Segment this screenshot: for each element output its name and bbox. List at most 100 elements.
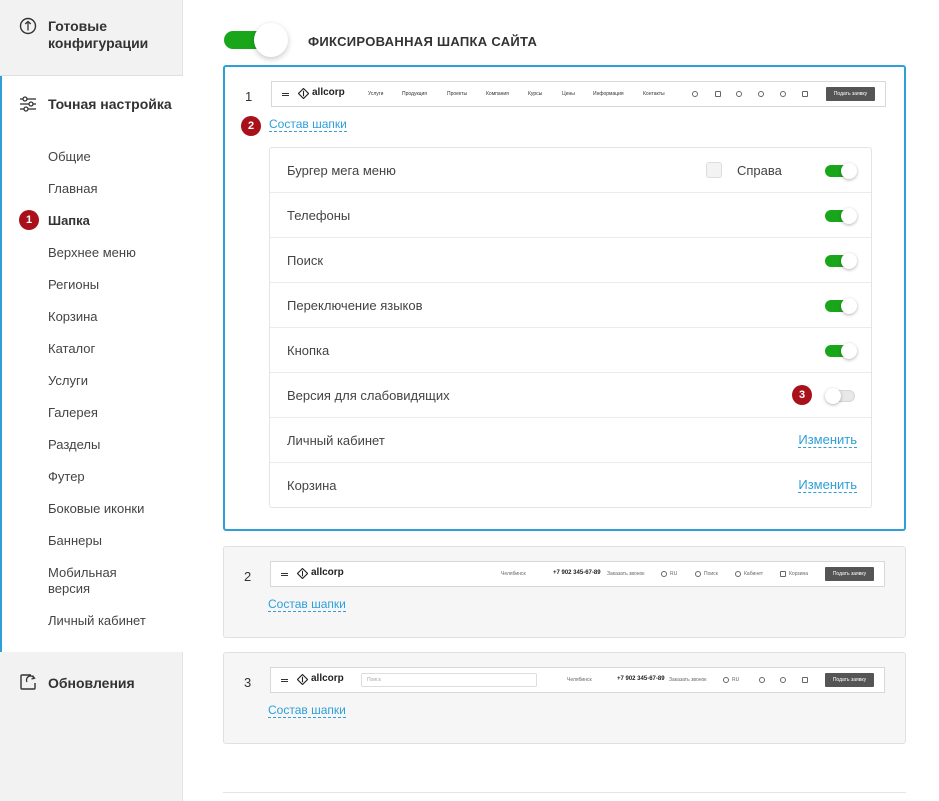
setting-label: Личный кабинет — [287, 433, 385, 448]
preview-lang: RU — [670, 571, 678, 577]
preview-lang: RU — [732, 677, 740, 683]
header-variant-card-1[interactable]: 1 allcorp Услуги Продукция Проекты Компа… — [223, 65, 906, 531]
preview-phone: +7 902 345-67-89 — [553, 570, 601, 576]
sidebar-item-header[interactable]: Шапка — [48, 213, 90, 229]
low-vision-toggle[interactable] — [825, 388, 857, 404]
sidebar-item-cart[interactable]: Корзина — [48, 309, 98, 325]
globe-icon — [661, 571, 667, 577]
burger-icon — [281, 573, 288, 576]
logo-icon — [298, 88, 309, 99]
phone-icon — [736, 91, 742, 97]
variant-number: 1 — [245, 89, 253, 104]
setting-label: Телефоны — [287, 208, 351, 223]
preview-menu-item: Информация — [593, 91, 624, 97]
sidebar-ready-configs-label: Готовые конфигурации — [48, 18, 149, 51]
search-toggle[interactable] — [825, 253, 857, 269]
preview-menu-item: Проекты — [447, 91, 468, 97]
fixed-header-toggle[interactable] — [224, 23, 288, 57]
cart-change-link[interactable]: Изменить — [798, 478, 857, 493]
header-preview-2[interactable]: allcorp Челябинск +7 902 345-67-89 Заказ… — [270, 561, 885, 587]
preview-menu-item: Цены — [562, 91, 575, 97]
setting-row-button: Кнопка — [270, 328, 871, 373]
preview-search-placeholder: Поиск — [367, 677, 381, 683]
page-title: ФИКСИРОВАННАЯ ШАПКА САЙТА — [308, 34, 538, 49]
header-preview-3[interactable]: allcorp Поиск Челябинск +7 902 345-67-89… — [270, 667, 885, 693]
preview-callback: Заказать звонок — [669, 677, 707, 683]
header-variant-card-3[interactable]: 3 allcorp Поиск Челябинск +7 902 345-67-… — [223, 652, 906, 744]
step-badge-2: 2 — [241, 116, 261, 136]
preview-menu-item: Продукция — [402, 91, 428, 97]
fixed-header-toggle-knob — [254, 23, 288, 57]
sidebar-section-updates[interactable]: Обновления — [0, 652, 183, 801]
burger-right-checkbox[interactable] — [706, 162, 722, 178]
sidebar-item-personal-cabinet[interactable]: Личный кабинет — [48, 613, 146, 629]
sidebar-item-banners[interactable]: Баннеры — [48, 533, 102, 549]
user-icon — [780, 91, 786, 97]
preview-logo-text: allcorp — [312, 87, 345, 98]
burger-toggle[interactable] — [825, 163, 857, 179]
preview-logo-text: allcorp — [311, 567, 344, 578]
cart-icon — [802, 91, 808, 97]
setting-row-cart: Корзина Изменить — [270, 463, 871, 508]
setting-label: Версия для слабовидящих — [287, 388, 450, 403]
preview-menu-item: Контакты — [643, 91, 665, 97]
variant-number: 3 — [244, 675, 252, 690]
button-toggle[interactable] — [825, 343, 857, 359]
logo-icon — [297, 674, 308, 685]
step-badge-1: 1 — [19, 210, 39, 230]
preview-city: Челябинск — [501, 571, 526, 577]
sidebar-item-top-menu[interactable]: Верхнее меню — [48, 245, 136, 261]
setting-row-phones: Телефоны — [270, 193, 871, 238]
preview-cabinet: Кабинет — [744, 571, 764, 577]
cabinet-change-link[interactable]: Изменить — [798, 433, 857, 448]
sidebar-item-side-icons[interactable]: Боковые иконки — [48, 501, 144, 517]
preview-search-label: Поиск — [704, 571, 718, 577]
sidebar-item-general[interactable]: Общие — [48, 149, 91, 165]
setting-row-low-vision: Версия для слабовидящих 3 — [270, 373, 871, 418]
preview-city: Челябинск — [567, 677, 592, 683]
cart-icon — [780, 571, 786, 577]
header-variant-card-2[interactable]: 2 allcorp Челябинск +7 902 345-67-89 Зак… — [223, 546, 906, 638]
user-icon — [735, 571, 741, 577]
preview-phone: +7 902 345-67-89 — [617, 676, 665, 682]
setting-row-cabinet: Личный кабинет Изменить — [270, 418, 871, 463]
configs-icon — [19, 17, 37, 35]
updates-icon — [20, 674, 36, 690]
preview-callback: Заказать звонок — [607, 571, 645, 577]
logo-icon — [297, 568, 308, 579]
preview-cta-button: Подать заявку — [825, 567, 874, 581]
sidebar-item-services[interactable]: Услуги — [48, 373, 88, 389]
setting-label: Поиск — [287, 253, 324, 268]
burger-icon — [282, 93, 289, 96]
setting-row-burger: Бургер мега меню Справа — [270, 148, 871, 193]
user-icon — [780, 677, 786, 683]
globe-icon — [723, 677, 729, 683]
sidebar-item-main[interactable]: Главная — [48, 181, 97, 197]
preview-menu-item: Курсы — [528, 91, 543, 97]
sidebar: Готовые конфигурации Точная настройка Об… — [0, 0, 183, 801]
header-composition-link[interactable]: Состав шапки — [268, 703, 346, 718]
telegram-icon — [715, 91, 721, 97]
search-icon — [758, 91, 764, 97]
sidebar-fine-tuning-label[interactable]: Точная настройка — [48, 96, 172, 113]
sidebar-item-catalog[interactable]: Каталог — [48, 341, 95, 357]
sidebar-item-footer[interactable]: Футер — [48, 469, 85, 485]
sidebar-item-sections[interactable]: Разделы — [48, 437, 100, 453]
setting-row-lang: Переключение языков — [270, 283, 871, 328]
app: Готовые конфигурации Точная настройка Об… — [0, 0, 939, 801]
lang-toggle[interactable] — [825, 298, 857, 314]
variant-number: 2 — [244, 569, 252, 584]
sidebar-section-ready-configs[interactable]: Готовые конфигурации — [0, 0, 183, 76]
preview-cta-button: Подать заявку — [825, 673, 874, 687]
setting-label: Бургер мега меню — [287, 163, 396, 178]
setting-row-search: Поиск — [270, 238, 871, 283]
header-composition-link[interactable]: Состав шапки — [269, 117, 347, 132]
header-composition-link[interactable]: Состав шапки — [268, 597, 346, 612]
sidebar-item-regions[interactable]: Регионы — [48, 277, 99, 293]
sidebar-item-mobile[interactable]: Мобильная версия — [48, 565, 158, 597]
header-preview-1[interactable]: allcorp Услуги Продукция Проекты Компани… — [271, 81, 886, 107]
preview-menu-item: Компания — [486, 91, 509, 97]
phones-toggle[interactable] — [825, 208, 857, 224]
sidebar-updates-label: Обновления — [48, 675, 135, 691]
sidebar-item-gallery[interactable]: Галерея — [48, 405, 98, 421]
